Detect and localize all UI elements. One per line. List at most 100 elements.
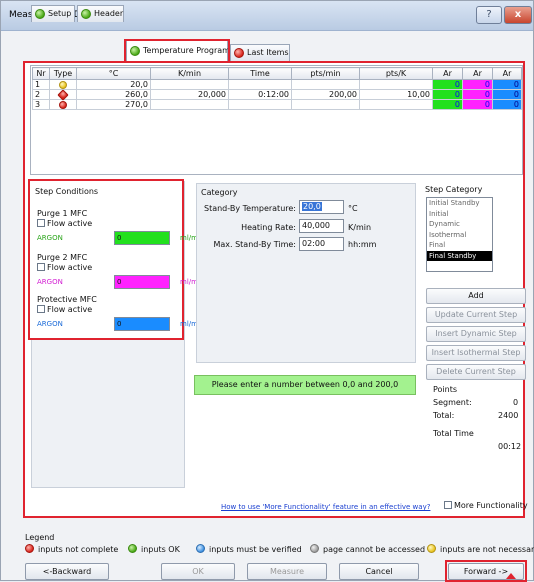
- cell-ar2[interactable]: 0: [462, 89, 493, 100]
- cell-time[interactable]: 0:12:00: [228, 89, 292, 100]
- total-value: 2400: [498, 411, 519, 420]
- col-header[interactable]: °C: [76, 67, 151, 80]
- add-step-button[interactable]: Add: [426, 288, 526, 304]
- ok-button[interactable]: OK: [161, 563, 235, 580]
- delete-current-step-button[interactable]: Delete Current Step: [426, 364, 526, 380]
- cell-ptsk[interactable]: [359, 99, 433, 110]
- checkbox-box[interactable]: [37, 305, 45, 313]
- cell-ar3[interactable]: 0: [492, 89, 522, 100]
- cell-ar3[interactable]: 0: [492, 99, 522, 110]
- list-item[interactable]: Initial: [427, 209, 492, 220]
- cell-ptsmin[interactable]: [291, 79, 360, 90]
- heating-rate-input[interactable]: 40,000: [299, 219, 344, 233]
- heating-rate-unit: K/min: [348, 223, 372, 232]
- list-item[interactable]: Isothermal: [427, 230, 492, 241]
- ok-status-icon: [81, 9, 91, 19]
- cell-time[interactable]: [228, 79, 292, 90]
- col-header[interactable]: pts/min: [291, 67, 360, 80]
- cell-ar2[interactable]: 0: [462, 99, 493, 110]
- cell-temp[interactable]: 260,0: [76, 89, 151, 100]
- col-header[interactable]: Nr: [32, 67, 50, 80]
- update-current-step-button[interactable]: Update Current Step: [426, 307, 526, 323]
- cell-ar3[interactable]: 0: [492, 79, 522, 90]
- checkbox-box[interactable]: [444, 501, 452, 509]
- cell-ptsk[interactable]: 10,00: [359, 89, 433, 100]
- cell-nr[interactable]: 3: [32, 99, 50, 110]
- cell-kmin[interactable]: [150, 99, 229, 110]
- close-button[interactable]: x: [504, 6, 532, 24]
- tab-setup[interactable]: Setup: [31, 5, 75, 22]
- list-item[interactable]: Dynamic: [427, 219, 492, 230]
- legend-label: inputs OK: [141, 545, 180, 554]
- step-category-title: Step Category: [425, 185, 483, 194]
- cell-ar1[interactable]: 0: [432, 89, 463, 100]
- checkbox-box[interactable]: [37, 219, 45, 227]
- flow-active-checkbox[interactable]: Flow active: [37, 219, 92, 228]
- cell-ar1[interactable]: 0: [432, 99, 463, 110]
- cell-ar2[interactable]: 0: [462, 79, 493, 90]
- tab-label: Header: [94, 9, 124, 18]
- cell-nr[interactable]: 2: [32, 89, 50, 100]
- standby-temp-input[interactable]: 20,0: [299, 200, 344, 214]
- tab-last-items[interactable]: Last Items: [230, 44, 290, 61]
- incomplete-status-icon: [234, 48, 244, 58]
- max-standby-time-input[interactable]: 02:00: [299, 237, 344, 251]
- cell-ptsk[interactable]: [359, 79, 433, 90]
- cell-ptsmin[interactable]: 200,00: [291, 89, 360, 100]
- cell-type[interactable]: [49, 88, 77, 101]
- measure-button[interactable]: Measure: [247, 563, 327, 580]
- cell-type[interactable]: [49, 79, 77, 90]
- col-header[interactable]: K/min: [150, 67, 229, 80]
- tab-label: Setup: [48, 9, 72, 18]
- col-header[interactable]: Ar: [492, 67, 522, 80]
- col-header[interactable]: Ar: [432, 67, 463, 80]
- col-header[interactable]: Ar: [462, 67, 493, 80]
- list-item[interactable]: Initial Standby: [427, 198, 492, 209]
- ok-status-icon: [130, 46, 140, 56]
- help-button[interactable]: ?: [476, 6, 502, 24]
- cell-time[interactable]: [228, 99, 292, 110]
- cell-temp[interactable]: 270,0: [76, 99, 151, 110]
- green-status-icon: [128, 544, 137, 553]
- tab-temperature-program[interactable]: Temperature Program: [126, 40, 230, 61]
- cell-temp[interactable]: 20,0: [76, 79, 151, 90]
- step-category-list[interactable]: Initial Standby Initial Dynamic Isotherm…: [426, 197, 493, 272]
- col-header[interactable]: Time: [228, 67, 292, 80]
- cell-kmin[interactable]: 20,000: [150, 89, 229, 100]
- mfc-name: Purge 1 MFC: [37, 209, 88, 218]
- table-row[interactable]: 1 20,0 0 0 0: [32, 79, 522, 90]
- table-row[interactable]: 3 270,0 0 0 0: [32, 99, 522, 110]
- flow-active-checkbox[interactable]: Flow active: [37, 305, 92, 314]
- list-item[interactable]: Final: [427, 240, 492, 251]
- backward-button[interactable]: <-Backward: [25, 563, 109, 580]
- total-time-label: Total Time: [433, 429, 474, 438]
- blue-status-icon: [196, 544, 205, 553]
- red-final-icon: [59, 100, 67, 109]
- table-row[interactable]: 2 260,0 20,000 0:12:00 200,00 10,00 0 0 …: [32, 88, 522, 101]
- checkbox-box[interactable]: [37, 263, 45, 271]
- insert-isothermal-step-button[interactable]: Insert Isothermal Step: [426, 345, 526, 361]
- cell-nr[interactable]: 1: [32, 79, 50, 90]
- list-item-selected[interactable]: Final Standby: [427, 250, 492, 261]
- tab-header[interactable]: Header: [77, 5, 124, 22]
- cell-ar1[interactable]: 0: [432, 79, 463, 90]
- flow-active-checkbox[interactable]: Flow active: [37, 263, 92, 272]
- cancel-button[interactable]: Cancel: [339, 563, 419, 580]
- protective-mfc-group: Protective MFC Flow active ARGON 0 ml/mi…: [34, 295, 204, 345]
- red-dynamic-icon: [57, 88, 69, 101]
- cell-ptsmin[interactable]: [291, 99, 360, 110]
- legend-item: inputs must be verified: [196, 544, 302, 554]
- more-functionality-checkbox[interactable]: More Functionality: [444, 501, 528, 510]
- cell-kmin[interactable]: [150, 79, 229, 90]
- insert-dynamic-step-button[interactable]: Insert Dynamic Step: [426, 326, 526, 342]
- more-functionality-help-link[interactable]: How to use 'More Functionality' feature …: [221, 503, 430, 511]
- segment-value: 0: [513, 398, 519, 407]
- flow-value-input[interactable]: 0: [114, 275, 170, 289]
- mfc-name: Protective MFC: [37, 295, 97, 304]
- total-label: Total:: [433, 411, 455, 420]
- col-header[interactable]: pts/K: [359, 67, 433, 80]
- flow-value-input[interactable]: 0: [114, 317, 170, 331]
- cell-type[interactable]: [49, 99, 77, 110]
- col-header[interactable]: Type: [49, 67, 77, 80]
- checkbox-label: More Functionality: [454, 501, 528, 510]
